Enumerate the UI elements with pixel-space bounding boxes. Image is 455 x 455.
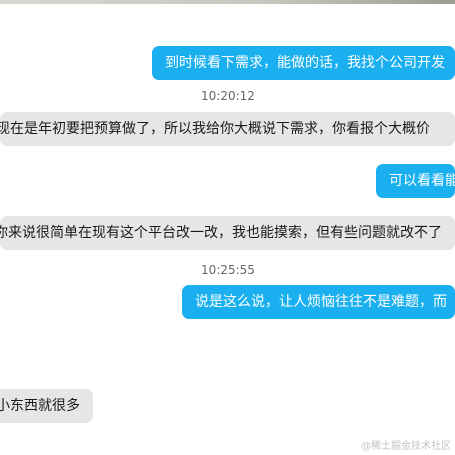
message-bubble-incoming[interactable]: 现在是年初要把预算做了，所以我给你大概说下需求，你看报个大概价 <box>0 112 455 146</box>
message-bubble-incoming[interactable]: 你来说很简单在现有这个平台改一改，我也能摸索，但有些问题就改不了 <box>0 216 455 250</box>
message-text: 可以看看能 <box>389 173 455 189</box>
window-top-strip <box>0 0 455 4</box>
message-bubble-incoming[interactable]: 小东西就很多 <box>0 389 93 423</box>
message-bubble-outgoing[interactable]: 到时候看下需求，能做的话，我找个公司开发 <box>152 46 455 80</box>
message-timestamp: 10:25:55 <box>201 263 255 277</box>
watermark: @稀土掘金技术社区 <box>361 441 451 452</box>
message-text: 现在是年初要把预算做了，所以我给你大概说下需求，你看报个大概价 <box>0 121 430 137</box>
message-text: 到时候看下需求，能做的话，我找个公司开发 <box>165 55 445 71</box>
message-text: 说是这么说，让人烦恼往往不是难题，而 <box>195 294 447 310</box>
message-bubble-outgoing[interactable]: 可以看看能 <box>376 164 455 198</box>
message-bubble-outgoing[interactable]: 说是这么说，让人烦恼往往不是难题，而 <box>182 285 455 319</box>
message-timestamp: 10:20:12 <box>201 89 255 103</box>
message-text: 你来说很简单在现有这个平台改一改，我也能摸索，但有些问题就改不了 <box>0 225 442 241</box>
message-text: 小东西就很多 <box>0 398 80 414</box>
